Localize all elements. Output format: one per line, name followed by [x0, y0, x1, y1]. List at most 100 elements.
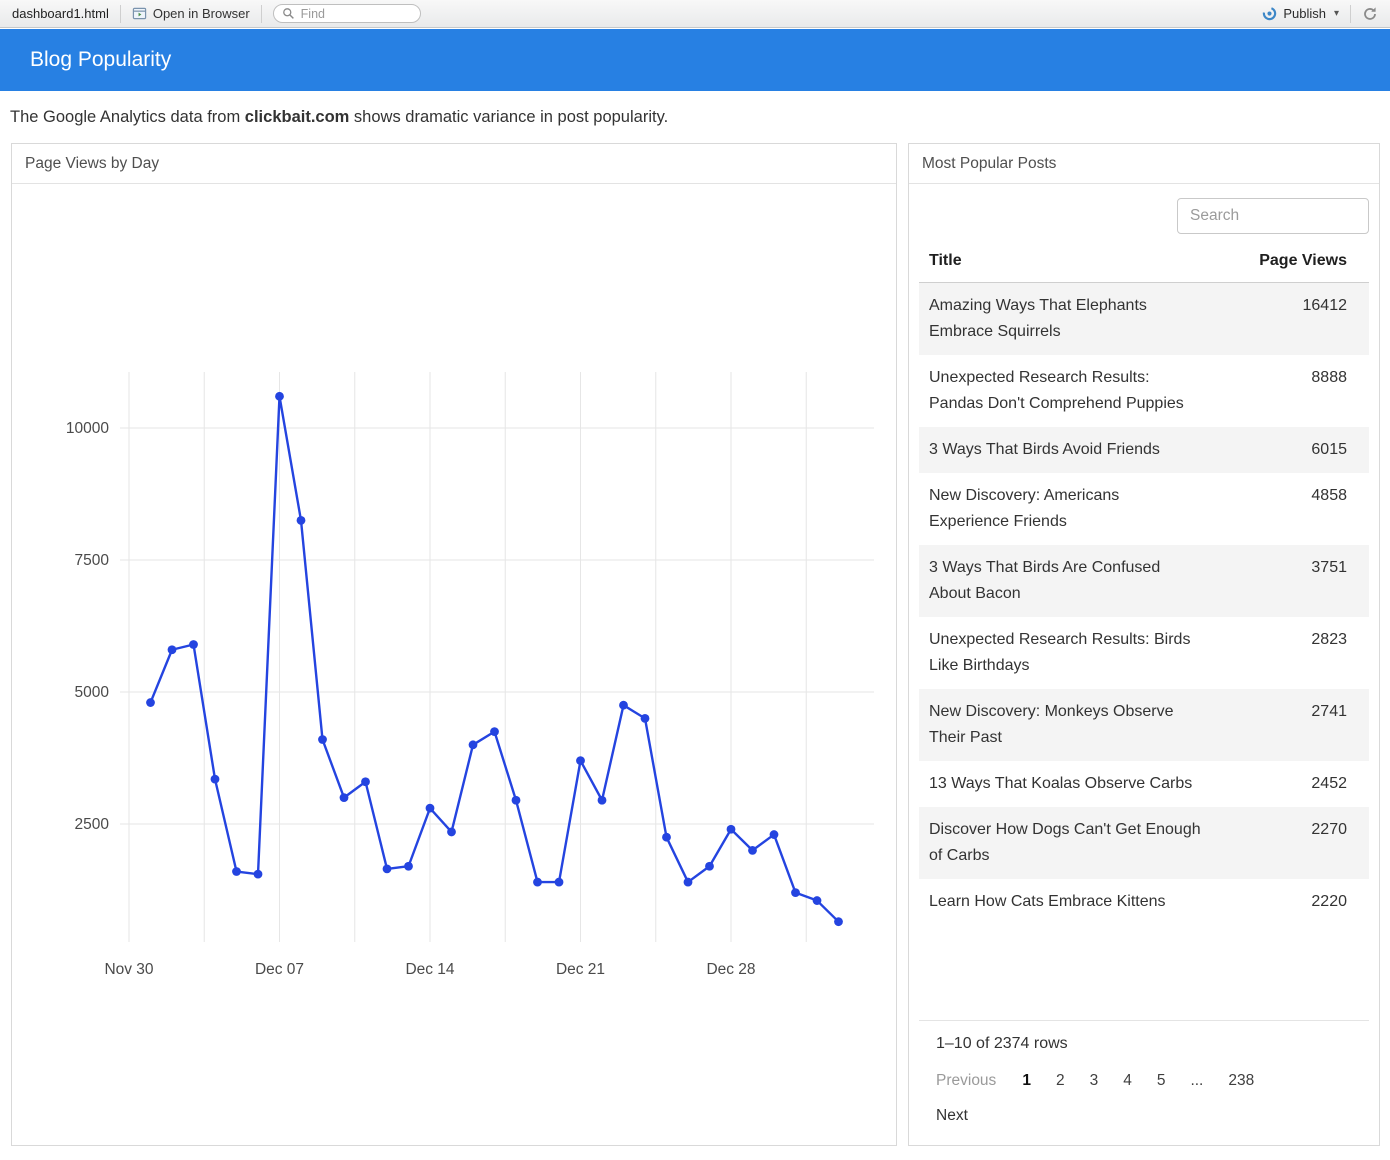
pagination-block: 1–10 of 2374 rows Previous 1 2 3 4 5... 238 N… [919, 1020, 1369, 1145]
post-page-views: 2220 [1249, 879, 1369, 925]
table-search-row [909, 185, 1379, 240]
pagination-page-5[interactable]: 5 [1157, 1072, 1166, 1089]
y-axis-tick-label: 2500 [75, 816, 110, 833]
x-axis-tick-label: Dec 14 [405, 961, 454, 978]
chart-point [340, 793, 349, 802]
open-in-browser-button[interactable]: Open in Browser [132, 6, 250, 21]
x-axis-tick-label: Nov 30 [104, 961, 153, 978]
chart-point [383, 864, 392, 873]
post-title: 3 Ways That Birds Are Confused About Bac… [919, 545, 1249, 617]
post-page-views: 2270 [1249, 807, 1369, 879]
pagination-info: 1–10 of 2374 rows [919, 1035, 1369, 1053]
post-title: Learn How Cats Embrace Kittens [919, 879, 1249, 925]
page-title: Blog Popularity [30, 48, 171, 72]
pagination-page-4[interactable]: 4 [1123, 1072, 1132, 1089]
chart-point [834, 917, 843, 926]
chart-point [189, 640, 198, 649]
table-row[interactable]: New Discovery: Americans Experience Frie… [919, 473, 1369, 545]
chart-area[interactable]: 25005000750010000Nov 30Dec 07Dec 14Dec 2… [12, 185, 896, 1145]
chart-point [211, 775, 220, 784]
y-axis-tick-label: 7500 [75, 552, 110, 569]
posts-table-body: Amazing Ways That Elephants Embrace Squi… [919, 283, 1369, 926]
toolbar-separator [120, 5, 121, 23]
chart-point [318, 735, 327, 744]
publish-button[interactable]: Publish ▾ [1262, 6, 1339, 21]
pagination-page-2[interactable]: 2 [1056, 1072, 1065, 1089]
refresh-button[interactable] [1362, 6, 1378, 22]
post-title: 3 Ways That Birds Avoid Friends [919, 427, 1249, 473]
connect-publish-icon [1262, 6, 1277, 21]
chart-point [555, 878, 564, 887]
post-page-views: 2741 [1249, 689, 1369, 761]
chart-point [641, 714, 650, 723]
post-title: New Discovery: Americans Experience Frie… [919, 473, 1249, 545]
page-views-card: Page Views by Day 2500 5000 7500 10000 Nov 3… [11, 143, 897, 1146]
table-row[interactable]: New Discovery: Monkeys Observe Their Pas… [919, 689, 1369, 761]
chart-line [151, 396, 839, 921]
chart-point [275, 392, 284, 401]
post-title: New Discovery: Monkeys Observe Their Pas… [919, 689, 1249, 761]
file-tab[interactable]: dashboard1.html [12, 6, 109, 21]
chart-point [254, 870, 263, 879]
post-page-views: 6015 [1249, 427, 1369, 473]
chart-card-header: Page Views by Day [12, 144, 896, 184]
chart-card-title: Page Views by Day [25, 155, 159, 173]
chart-point [727, 825, 736, 834]
find-box[interactable] [273, 4, 421, 23]
subtitle-prefix: The Google Analytics data from [10, 108, 245, 126]
subtitle-domain: clickbait.com [245, 108, 350, 126]
y-axis-tick-label: 5000 [75, 684, 110, 701]
chart-point [404, 862, 413, 871]
pagination-pages: 1 2 3 4 5... 238 [1022, 1072, 1279, 1090]
y-axis-tick-label: 10000 [66, 420, 109, 437]
chart-point [619, 701, 628, 710]
chart-point [533, 878, 542, 887]
pagination-next[interactable]: Next [919, 1107, 1369, 1125]
table-row[interactable]: Amazing Ways That Elephants Embrace Squi… [919, 283, 1369, 356]
post-title: Amazing Ways That Elephants Embrace Squi… [919, 283, 1249, 356]
posts-table-wrap: Title Page Views Amazing Ways That Eleph… [909, 240, 1379, 1020]
post-title: Unexpected Research Results: Pandas Don'… [919, 355, 1249, 427]
table-search-input[interactable] [1177, 198, 1369, 234]
x-axis-tick-label: Dec 21 [556, 961, 605, 978]
pagination-row: Previous 1 2 3 4 5... 238 [919, 1072, 1369, 1090]
chart-point [168, 645, 177, 654]
column-header-title[interactable]: Title [919, 240, 1249, 283]
chart-point [705, 862, 714, 871]
chart-point [361, 777, 370, 786]
subtitle-suffix: shows dramatic variance in post populari… [349, 108, 668, 126]
dashboard-subtitle: The Google Analytics data from clickbait… [0, 92, 1390, 142]
post-page-views: 4858 [1249, 473, 1369, 545]
post-page-views: 3751 [1249, 545, 1369, 617]
chart-point [598, 796, 607, 805]
pagination-page-3[interactable]: 3 [1090, 1072, 1099, 1089]
chart-point [662, 833, 671, 842]
post-page-views: 2823 [1249, 617, 1369, 689]
caret-down-icon: ▾ [1334, 8, 1339, 19]
chart-point [469, 740, 478, 749]
x-axis-tick-label: Dec 28 [706, 961, 755, 978]
page-views-chart[interactable]: 25005000750010000Nov 30Dec 07Dec 14Dec 2… [12, 185, 896, 1146]
post-page-views: 8888 [1249, 355, 1369, 427]
chart-point [770, 830, 779, 839]
column-header-page-views[interactable]: Page Views [1249, 240, 1369, 283]
chart-point [490, 727, 499, 736]
table-row[interactable]: Unexpected Research Results: Birds Like … [919, 617, 1369, 689]
pagination-page-1[interactable]: 1 [1022, 1072, 1031, 1089]
open-in-browser-label: Open in Browser [153, 6, 250, 21]
table-row[interactable]: Unexpected Research Results: Pandas Don'… [919, 355, 1369, 427]
pagination-previous[interactable]: Previous [936, 1072, 996, 1090]
chart-point [813, 896, 822, 905]
table-row[interactable]: 13 Ways That Koalas Observe Carbs2452 [919, 761, 1369, 807]
pagination-ellipsis: ... [1190, 1072, 1203, 1089]
table-row[interactable]: 3 Ways That Birds Avoid Friends6015 [919, 427, 1369, 473]
toolbar-separator [261, 5, 262, 23]
table-row[interactable]: 3 Ways That Birds Are Confused About Bac… [919, 545, 1369, 617]
find-input[interactable] [301, 7, 412, 21]
pagination-page-238[interactable]: 238 [1228, 1072, 1254, 1089]
ide-toolbar: dashboard1.html Open in Browser Publish … [0, 0, 1390, 28]
toolbar-separator [1350, 5, 1351, 23]
table-row[interactable]: Learn How Cats Embrace Kittens2220 [919, 879, 1369, 925]
posts-card-header: Most Popular Posts [909, 144, 1379, 184]
table-row[interactable]: Discover How Dogs Can't Get Enough of Ca… [919, 807, 1369, 879]
